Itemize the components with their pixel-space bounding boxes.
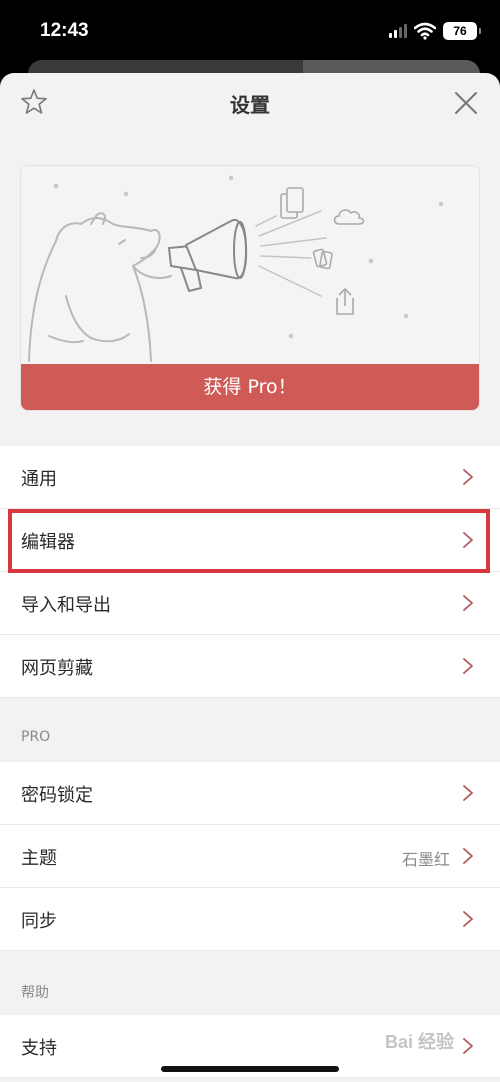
section-header-help: 帮助 (0, 951, 500, 1015)
chevron-right-icon (463, 848, 473, 864)
chevron-right-icon (463, 785, 473, 801)
settings-item-label: 通用 (21, 469, 57, 490)
settings-item-label: 网页剪藏 (21, 658, 93, 679)
section-header-pro: PRO (0, 698, 500, 762)
section-label: PRO (21, 729, 51, 745)
settings-item-label: 主题 (21, 848, 57, 869)
chevron-right-icon (463, 911, 473, 927)
close-icon[interactable] (452, 89, 480, 117)
page-title: 设置 (230, 93, 270, 117)
header: 设置 (0, 73, 500, 131)
get-pro-button[interactable]: 获得 Pro！ (21, 364, 479, 410)
chevron-right-icon (463, 595, 473, 611)
settings-item-label: 支持 (21, 1038, 57, 1059)
pro-promo-card[interactable]: 获得 Pro！ (20, 165, 480, 411)
settings-sheet: 设置 获得 Pro！ 通用 编辑器 导入和导出 网页剪藏 PRO 密码锁定 主题… (0, 73, 500, 1082)
settings-item-theme[interactable]: 主题 石墨红 (0, 825, 500, 888)
chevron-right-icon (463, 658, 473, 674)
highlight-box (8, 509, 490, 573)
cellular-signal-icon (389, 24, 407, 38)
settings-item-sync[interactable]: 同步 (0, 888, 500, 951)
section-label: 帮助 (21, 985, 49, 1001)
settings-item-label: 导入和导出 (21, 595, 111, 616)
settings-item-import-export[interactable]: 导入和导出 (0, 572, 500, 635)
wifi-icon (414, 22, 436, 40)
chevron-right-icon (463, 469, 473, 485)
settings-item-label: 同步 (21, 911, 57, 932)
bear-megaphone-illustration (28, 175, 444, 362)
settings-item-label: 密码锁定 (21, 785, 93, 806)
settings-item-passcode-lock[interactable]: 密码锁定 (0, 762, 500, 825)
chevron-right-icon (463, 1038, 473, 1054)
theme-value: 石墨红 (401, 850, 450, 869)
status-time: 12:43 (40, 20, 89, 41)
settings-item-web-clipper[interactable]: 网页剪藏 (0, 635, 500, 698)
watermark: Bai 经验 (385, 1032, 455, 1052)
settings-item-general[interactable]: 通用 (0, 446, 500, 509)
home-indicator (161, 1066, 339, 1072)
status-bar: 12:43 76 (0, 0, 500, 62)
battery-icon: 76 (443, 22, 481, 40)
